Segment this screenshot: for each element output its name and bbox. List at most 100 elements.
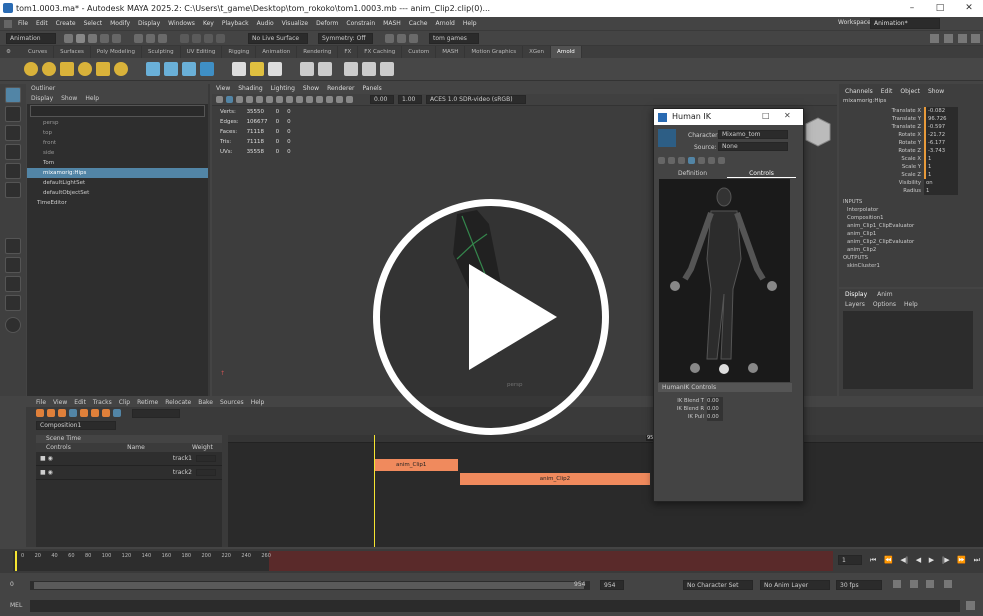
dots-icon[interactable] — [268, 62, 282, 76]
select-hierarchy-icon[interactable] — [134, 33, 143, 43]
menu-create[interactable]: Create — [56, 20, 76, 27]
single-perspective-layout-icon[interactable] — [5, 238, 21, 254]
resolution-gate-icon[interactable] — [276, 96, 283, 103]
user-account[interactable]: tom games — [429, 32, 479, 44]
te-search-field[interactable] — [132, 408, 180, 418]
input-node[interactable]: anim_Clip2 — [839, 246, 983, 254]
anim-layer-select[interactable]: No Anim Layer — [760, 580, 830, 590]
hik-tool-icon[interactable] — [678, 156, 685, 164]
menu-audio[interactable]: Audio — [257, 20, 274, 27]
channel-value[interactable]: on — [924, 179, 958, 187]
shadows-icon[interactable] — [326, 96, 333, 103]
input-node[interactable]: anim_Clip1 — [839, 230, 983, 238]
menu-playback[interactable]: Playback — [222, 20, 249, 27]
shelf-tab-rendering[interactable]: Rendering — [297, 46, 339, 58]
layer-tab-display[interactable]: Display — [845, 291, 867, 298]
track-name[interactable]: track1 — [96, 455, 196, 462]
play-backward-icon[interactable]: ◀ — [916, 556, 921, 564]
tab-controls[interactable]: Controls — [727, 170, 796, 178]
input-node[interactable]: Composition1 — [839, 214, 983, 222]
menu-file[interactable]: File — [18, 20, 28, 27]
lights-icon[interactable] — [316, 96, 323, 103]
auto-key-icon[interactable] — [926, 580, 934, 588]
grid-pattern-icon[interactable] — [232, 62, 246, 76]
go-to-end-icon[interactable]: ⏭ — [974, 556, 980, 565]
te-menu-clip[interactable]: Clip — [119, 399, 130, 406]
open-scene-icon[interactable] — [76, 33, 85, 43]
smooth-shade-icon[interactable] — [296, 96, 303, 103]
channel-value[interactable]: -0.082 — [924, 107, 958, 115]
channel-menu-edit[interactable]: Edit — [881, 88, 893, 95]
film-gate-icon[interactable] — [266, 96, 273, 103]
channel-row[interactable]: Rotate X -21.72 — [839, 131, 983, 139]
play-forward-icon[interactable]: ▶ — [929, 556, 934, 564]
hik-tool-icon[interactable] — [668, 156, 675, 164]
menu-display[interactable]: Display — [138, 20, 160, 27]
range-end-field[interactable]: 954 — [600, 580, 624, 590]
channel-value[interactable]: 1 — [924, 171, 958, 179]
colorspace-select[interactable]: ACES 1.0 SDR-video (sRGB) — [426, 95, 526, 104]
te-menu-tracks[interactable]: Tracks — [93, 399, 112, 406]
channel-menu-channels[interactable]: Channels — [845, 88, 873, 95]
tool-settings-icon[interactable] — [958, 34, 967, 43]
symmetry-select[interactable]: Symmetry: Off — [318, 32, 373, 44]
shelf-tab-uv-editing[interactable]: UV Editing — [181, 46, 223, 58]
shelf-tab-poly-modeling[interactable]: Poly Modeling — [91, 46, 142, 58]
redo-icon[interactable] — [112, 33, 121, 43]
menu-select[interactable]: Select — [84, 20, 103, 27]
channel-row[interactable]: Radius 1 — [839, 187, 983, 195]
viewport-menu-show[interactable]: Show — [303, 84, 319, 94]
clip-anim-clip2[interactable]: anim_Clip2 — [460, 473, 650, 485]
track-mute-icon[interactable]: ■ ◉ — [36, 455, 96, 462]
layer-menu-help[interactable]: Help — [904, 301, 918, 308]
time-editor-ruler[interactable] — [228, 435, 983, 443]
composition-select[interactable]: Composition1 — [36, 420, 116, 430]
menu-edit[interactable]: Edit — [36, 20, 48, 27]
standin-icon[interactable] — [146, 62, 160, 76]
channel-row[interactable]: Translate Y 96.726 — [839, 115, 983, 123]
channel-menu-show[interactable]: Show — [928, 88, 944, 95]
viewport-menu-lighting[interactable]: Lighting — [271, 84, 295, 94]
menu-help[interactable]: Help — [463, 20, 477, 27]
area-light-icon[interactable] — [24, 62, 38, 76]
hik-tool-icon[interactable] — [688, 156, 695, 164]
viewport-menu-view[interactable]: View — [216, 84, 230, 94]
maximize-icon[interactable]: □ — [926, 0, 954, 17]
gamma-field[interactable]: 1.00 — [398, 95, 422, 104]
channel-row[interactable]: Scale Y1 — [839, 163, 983, 171]
shelf-tab-animation[interactable]: Animation — [256, 46, 298, 58]
flush-cache-icon[interactable] — [318, 62, 332, 76]
time-ruler[interactable]: 0 20 40 60 80 100 120 140 160 180 200 22… — [13, 551, 833, 571]
outliner-menu-display[interactable]: Display — [31, 94, 53, 104]
shelf-tab-fx[interactable]: FX — [338, 46, 359, 58]
channel-value[interactable]: -21.72 — [924, 131, 958, 139]
hik-figure[interactable] — [659, 179, 790, 382]
slider-row[interactable]: IK Blend R 0.00 — [658, 405, 788, 413]
render-view-icon[interactable] — [300, 62, 314, 76]
layer-list[interactable] — [843, 311, 973, 389]
slider-value[interactable]: 0.00 — [707, 413, 723, 421]
te-tool-icon[interactable] — [36, 409, 44, 417]
light-portal-icon[interactable] — [96, 62, 110, 76]
te-menu-file[interactable]: File — [36, 399, 46, 406]
te-tool-icon[interactable] — [80, 409, 88, 417]
grid-icon[interactable] — [256, 96, 263, 103]
menu-deform[interactable]: Deform — [316, 20, 338, 27]
te-menu-edit[interactable]: Edit — [74, 399, 86, 406]
close-icon[interactable]: ✕ — [955, 0, 983, 17]
track-mute-icon[interactable]: ■ ◉ — [36, 469, 96, 476]
range-handle[interactable] — [34, 582, 584, 589]
te-menu-help[interactable]: Help — [251, 399, 265, 406]
four-view-layout-icon[interactable] — [5, 257, 21, 273]
channel-value[interactable]: 1 — [924, 163, 958, 171]
menu-windows[interactable]: Windows — [168, 20, 195, 27]
select-tool-icon[interactable] — [5, 87, 21, 103]
te-tool-icon[interactable] — [58, 409, 66, 417]
te-menu-bake[interactable]: Bake — [198, 399, 213, 406]
hik-tool-icon[interactable] — [698, 156, 705, 164]
hik-tool-icon[interactable] — [708, 156, 715, 164]
textured-icon[interactable] — [306, 96, 313, 103]
go-to-start-icon[interactable]: ⏮ — [870, 556, 876, 565]
step-forward-key-icon[interactable]: ⏩ — [957, 556, 966, 564]
close-icon[interactable]: ✕ — [784, 111, 791, 120]
